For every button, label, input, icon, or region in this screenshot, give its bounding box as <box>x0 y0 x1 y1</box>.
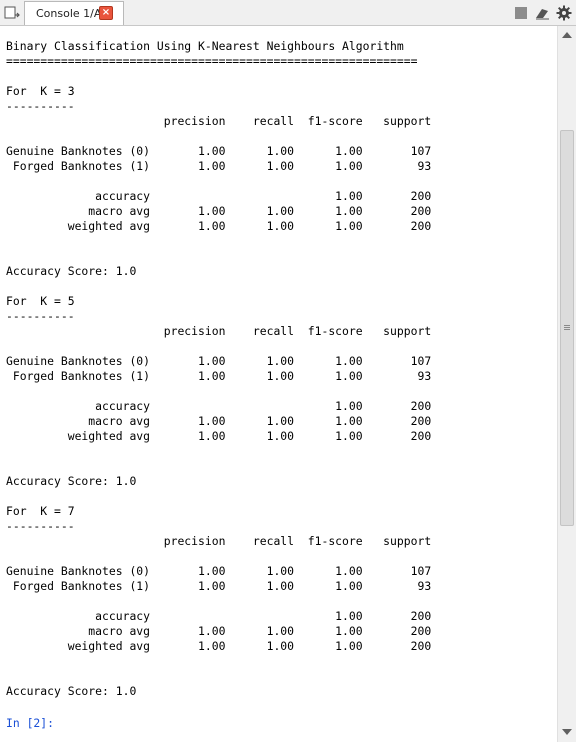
options-icon[interactable] <box>3 4 21 22</box>
console-line: accuracy 1.00 200 <box>6 609 432 623</box>
console-line: precision recall f1-score support <box>6 114 432 128</box>
clear-console-icon[interactable] <box>534 5 550 21</box>
gear-icon[interactable] <box>556 5 572 21</box>
console-line: macro avg 1.00 1.00 1.00 200 <box>6 204 432 218</box>
console-line: Binary Classification Using K-Nearest Ne… <box>6 39 404 53</box>
close-tab-icon[interactable]: × <box>99 6 113 20</box>
console-line: accuracy 1.00 200 <box>6 399 432 413</box>
stop-icon[interactable] <box>513 5 529 21</box>
console-line: Accuracy Score: 1.0 <box>6 264 137 278</box>
vertical-scrollbar[interactable] <box>557 26 576 742</box>
console-line: For K = 5 <box>6 294 75 308</box>
console-tab-label: Console 1/A <box>36 7 102 20</box>
console-line: Forged Banknotes (1) 1.00 1.00 1.00 93 <box>6 369 432 383</box>
console-tab-bar: Console 1/A × <box>0 0 576 26</box>
console-line: ---------- <box>6 519 75 533</box>
console-line: Forged Banknotes (1) 1.00 1.00 1.00 93 <box>6 159 432 173</box>
console-line: For K = 7 <box>6 504 75 518</box>
console-line: Accuracy Score: 1.0 <box>6 684 137 698</box>
console-line: precision recall f1-score support <box>6 534 432 548</box>
console-line: Genuine Banknotes (0) 1.00 1.00 1.00 107 <box>6 354 432 368</box>
console-line: Genuine Banknotes (0) 1.00 1.00 1.00 107 <box>6 144 432 158</box>
console-tab[interactable]: Console 1/A × <box>24 1 124 25</box>
scrollbar-thumb[interactable] <box>560 130 574 526</box>
console-line: ========================================… <box>6 54 418 68</box>
console-line: Genuine Banknotes (0) 1.00 1.00 1.00 107 <box>6 564 432 578</box>
console-line: precision recall f1-score support <box>6 324 432 338</box>
console-line: weighted avg 1.00 1.00 1.00 200 <box>6 639 432 653</box>
input-prompt[interactable]: In [2]: <box>6 716 54 731</box>
console-line: For K = 3 <box>6 84 75 98</box>
console-line: weighted avg 1.00 1.00 1.00 200 <box>6 219 432 233</box>
console-line: macro avg 1.00 1.00 1.00 200 <box>6 624 432 638</box>
console-output[interactable]: Binary Classification Using K-Nearest Ne… <box>0 26 557 742</box>
grip-line <box>564 329 570 330</box>
console-line: ---------- <box>6 309 75 323</box>
grip-line <box>564 327 570 328</box>
grip-line <box>564 325 570 326</box>
scroll-up-icon[interactable] <box>562 32 572 38</box>
console-line: ---------- <box>6 99 75 113</box>
console-line: macro avg 1.00 1.00 1.00 200 <box>6 414 432 428</box>
scroll-down-icon[interactable] <box>562 729 572 735</box>
console-line: Forged Banknotes (1) 1.00 1.00 1.00 93 <box>6 579 432 593</box>
console-line: Accuracy Score: 1.0 <box>6 474 137 488</box>
console-line: weighted avg 1.00 1.00 1.00 200 <box>6 429 432 443</box>
console-line: accuracy 1.00 200 <box>6 189 432 203</box>
